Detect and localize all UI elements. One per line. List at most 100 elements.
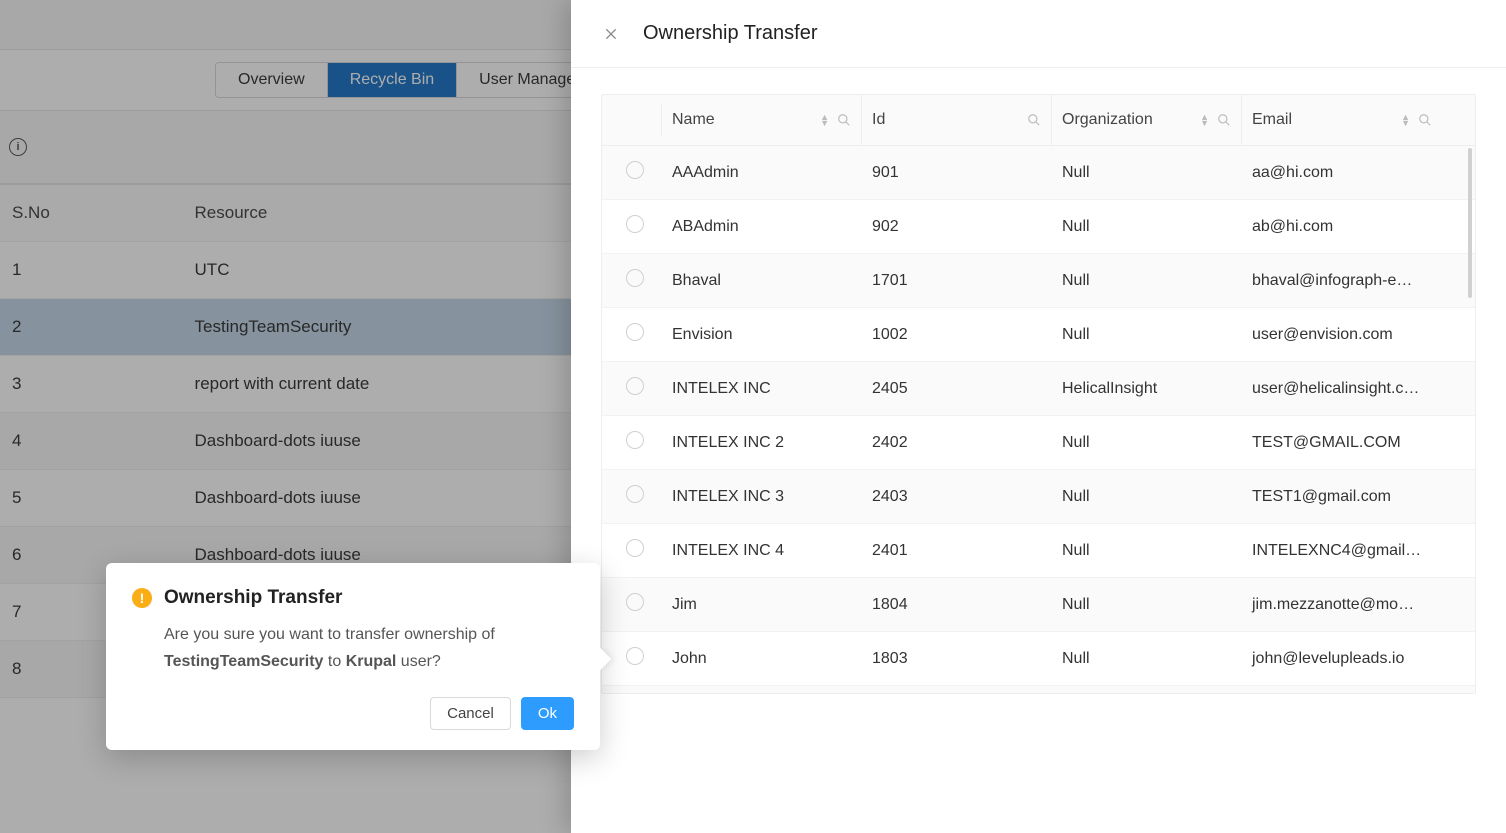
user-row[interactable]: Krupal1802Envisionkrupal@helicaltech.c… xyxy=(602,686,1475,693)
user-row[interactable]: AAAdmin901Nullaa@hi.com xyxy=(602,146,1475,200)
user-radio[interactable] xyxy=(626,323,644,341)
user-select-cell xyxy=(602,578,662,631)
user-select-cell xyxy=(602,362,662,415)
ok-button[interactable]: Ok xyxy=(521,697,574,730)
user-email-cell: TEST1@gmail.com xyxy=(1242,473,1442,521)
user-email-cell: john@levelupleads.io xyxy=(1242,635,1442,683)
scrollbar-thumb[interactable] xyxy=(1468,148,1472,298)
user-row[interactable]: INTELEX INC 22402NullTEST@GMAIL.COM xyxy=(602,416,1475,470)
user-row[interactable]: John1803Nulljohn@levelupleads.io xyxy=(602,632,1475,686)
user-email-cell: user@helicalinsight.c… xyxy=(1242,365,1442,413)
user-row[interactable]: INTELEX INC 42401NullINTELEXNC4@gmail… xyxy=(602,524,1475,578)
col-header-id[interactable]: Id xyxy=(862,95,1052,145)
user-email-cell: TEST@GMAIL.COM xyxy=(1242,419,1442,467)
confirm-modal-title: Ownership Transfer xyxy=(164,587,342,609)
user-id-cell: 2401 xyxy=(862,527,1052,575)
user-row[interactable]: Bhaval1701Nullbhaval@infograph-e… xyxy=(602,254,1475,308)
user-org-cell: HelicalInsight xyxy=(1052,365,1242,413)
user-select-cell xyxy=(602,200,662,253)
user-email-cell: bhaval@infograph-e… xyxy=(1242,257,1442,305)
confirm-modal-body: Are you sure you want to transfer owners… xyxy=(132,621,574,675)
user-radio[interactable] xyxy=(626,647,644,665)
user-org-cell: Null xyxy=(1052,527,1242,575)
user-name-cell: ABAdmin xyxy=(662,203,862,251)
user-row[interactable]: ABAdmin902Nullab@hi.com xyxy=(602,200,1475,254)
user-org-cell: Null xyxy=(1052,257,1242,305)
search-icon[interactable] xyxy=(837,113,851,127)
user-select-cell xyxy=(602,686,662,693)
user-name-cell: INTELEX INC 4 xyxy=(662,527,862,575)
user-org-cell: Null xyxy=(1052,149,1242,197)
user-id-cell: 2403 xyxy=(862,473,1052,521)
user-org-cell: Null xyxy=(1052,473,1242,521)
user-radio[interactable] xyxy=(626,161,644,179)
user-name-cell: Jim xyxy=(662,581,862,629)
user-email-cell: INTELEXNC4@gmail… xyxy=(1242,527,1442,575)
user-email-cell: aa@hi.com xyxy=(1242,149,1442,197)
user-name-cell: Bhaval xyxy=(662,257,862,305)
sort-icon[interactable]: ▲▼ xyxy=(1401,114,1410,126)
confirm-target-user: Krupal xyxy=(346,653,397,670)
user-select-cell xyxy=(602,146,662,199)
user-name-cell: INTELEX INC 3 xyxy=(662,473,862,521)
users-table: Name ▲▼ Id Organization ▲▼ xyxy=(601,94,1476,694)
user-row[interactable]: INTELEX INC2405HelicalInsightuser@helica… xyxy=(602,362,1475,416)
drawer-title: Ownership Transfer xyxy=(643,22,818,45)
drawer-header: Ownership Transfer xyxy=(571,0,1506,68)
users-table-header: Name ▲▼ Id Organization ▲▼ xyxy=(602,95,1475,146)
users-table-body[interactable]: AAAdmin901Nullaa@hi.comABAdmin902Nullab@… xyxy=(602,146,1475,693)
ownership-confirm-modal: ! Ownership Transfer Are you sure you wa… xyxy=(106,563,600,750)
user-name-cell: INTELEX INC 2 xyxy=(662,419,862,467)
user-id-cell: 902 xyxy=(862,203,1052,251)
sort-icon[interactable]: ▲▼ xyxy=(1200,114,1209,126)
user-select-cell xyxy=(602,254,662,307)
user-radio[interactable] xyxy=(626,431,644,449)
user-select-cell xyxy=(602,524,662,577)
search-icon[interactable] xyxy=(1027,113,1041,127)
user-id-cell: 1804 xyxy=(862,581,1052,629)
user-name-cell: John xyxy=(662,635,862,683)
search-icon[interactable] xyxy=(1217,113,1231,127)
user-id-cell: 1802 xyxy=(862,689,1052,694)
col-header-organization[interactable]: Organization ▲▼ xyxy=(1052,95,1242,145)
user-id-cell: 1701 xyxy=(862,257,1052,305)
ownership-transfer-drawer: Ownership Transfer Name ▲▼ Id xyxy=(571,0,1506,833)
user-email-cell: krupal@helicaltech.c… xyxy=(1242,689,1442,694)
user-name-cell: AAAdmin xyxy=(662,149,862,197)
user-id-cell: 1803 xyxy=(862,635,1052,683)
warning-icon: ! xyxy=(132,588,152,608)
sort-icon[interactable]: ▲▼ xyxy=(820,114,829,126)
user-radio[interactable] xyxy=(626,377,644,395)
cancel-button[interactable]: Cancel xyxy=(430,697,511,730)
user-email-cell: user@envision.com xyxy=(1242,311,1442,359)
user-id-cell: 2402 xyxy=(862,419,1052,467)
confirm-resource-name: TestingTeamSecurity xyxy=(164,653,323,670)
user-org-cell: Null xyxy=(1052,419,1242,467)
close-icon[interactable] xyxy=(601,24,621,44)
user-id-cell: 2405 xyxy=(862,365,1052,413)
user-org-cell: Null xyxy=(1052,311,1242,359)
search-icon[interactable] xyxy=(1418,113,1432,127)
user-org-cell: Envision xyxy=(1052,689,1242,694)
col-header-name[interactable]: Name ▲▼ xyxy=(662,95,862,145)
user-radio[interactable] xyxy=(626,269,644,287)
user-radio[interactable] xyxy=(626,539,644,557)
user-select-cell xyxy=(602,308,662,361)
col-header-email[interactable]: Email ▲▼ xyxy=(1242,95,1442,145)
user-id-cell: 901 xyxy=(862,149,1052,197)
user-select-cell xyxy=(602,470,662,523)
user-row[interactable]: INTELEX INC 32403NullTEST1@gmail.com xyxy=(602,470,1475,524)
user-email-cell: ab@hi.com xyxy=(1242,203,1442,251)
user-select-cell xyxy=(602,416,662,469)
user-org-cell: Null xyxy=(1052,203,1242,251)
user-name-cell: INTELEX INC xyxy=(662,365,862,413)
user-id-cell: 1002 xyxy=(862,311,1052,359)
user-name-cell: Envision xyxy=(662,311,862,359)
user-radio[interactable] xyxy=(626,215,644,233)
user-row[interactable]: Jim1804Nulljim.mezzanotte@mo… xyxy=(602,578,1475,632)
user-radio[interactable] xyxy=(626,593,644,611)
user-radio[interactable] xyxy=(626,485,644,503)
user-row[interactable]: Envision1002Nulluser@envision.com xyxy=(602,308,1475,362)
user-name-cell: Krupal xyxy=(662,689,862,694)
user-org-cell: Null xyxy=(1052,581,1242,629)
